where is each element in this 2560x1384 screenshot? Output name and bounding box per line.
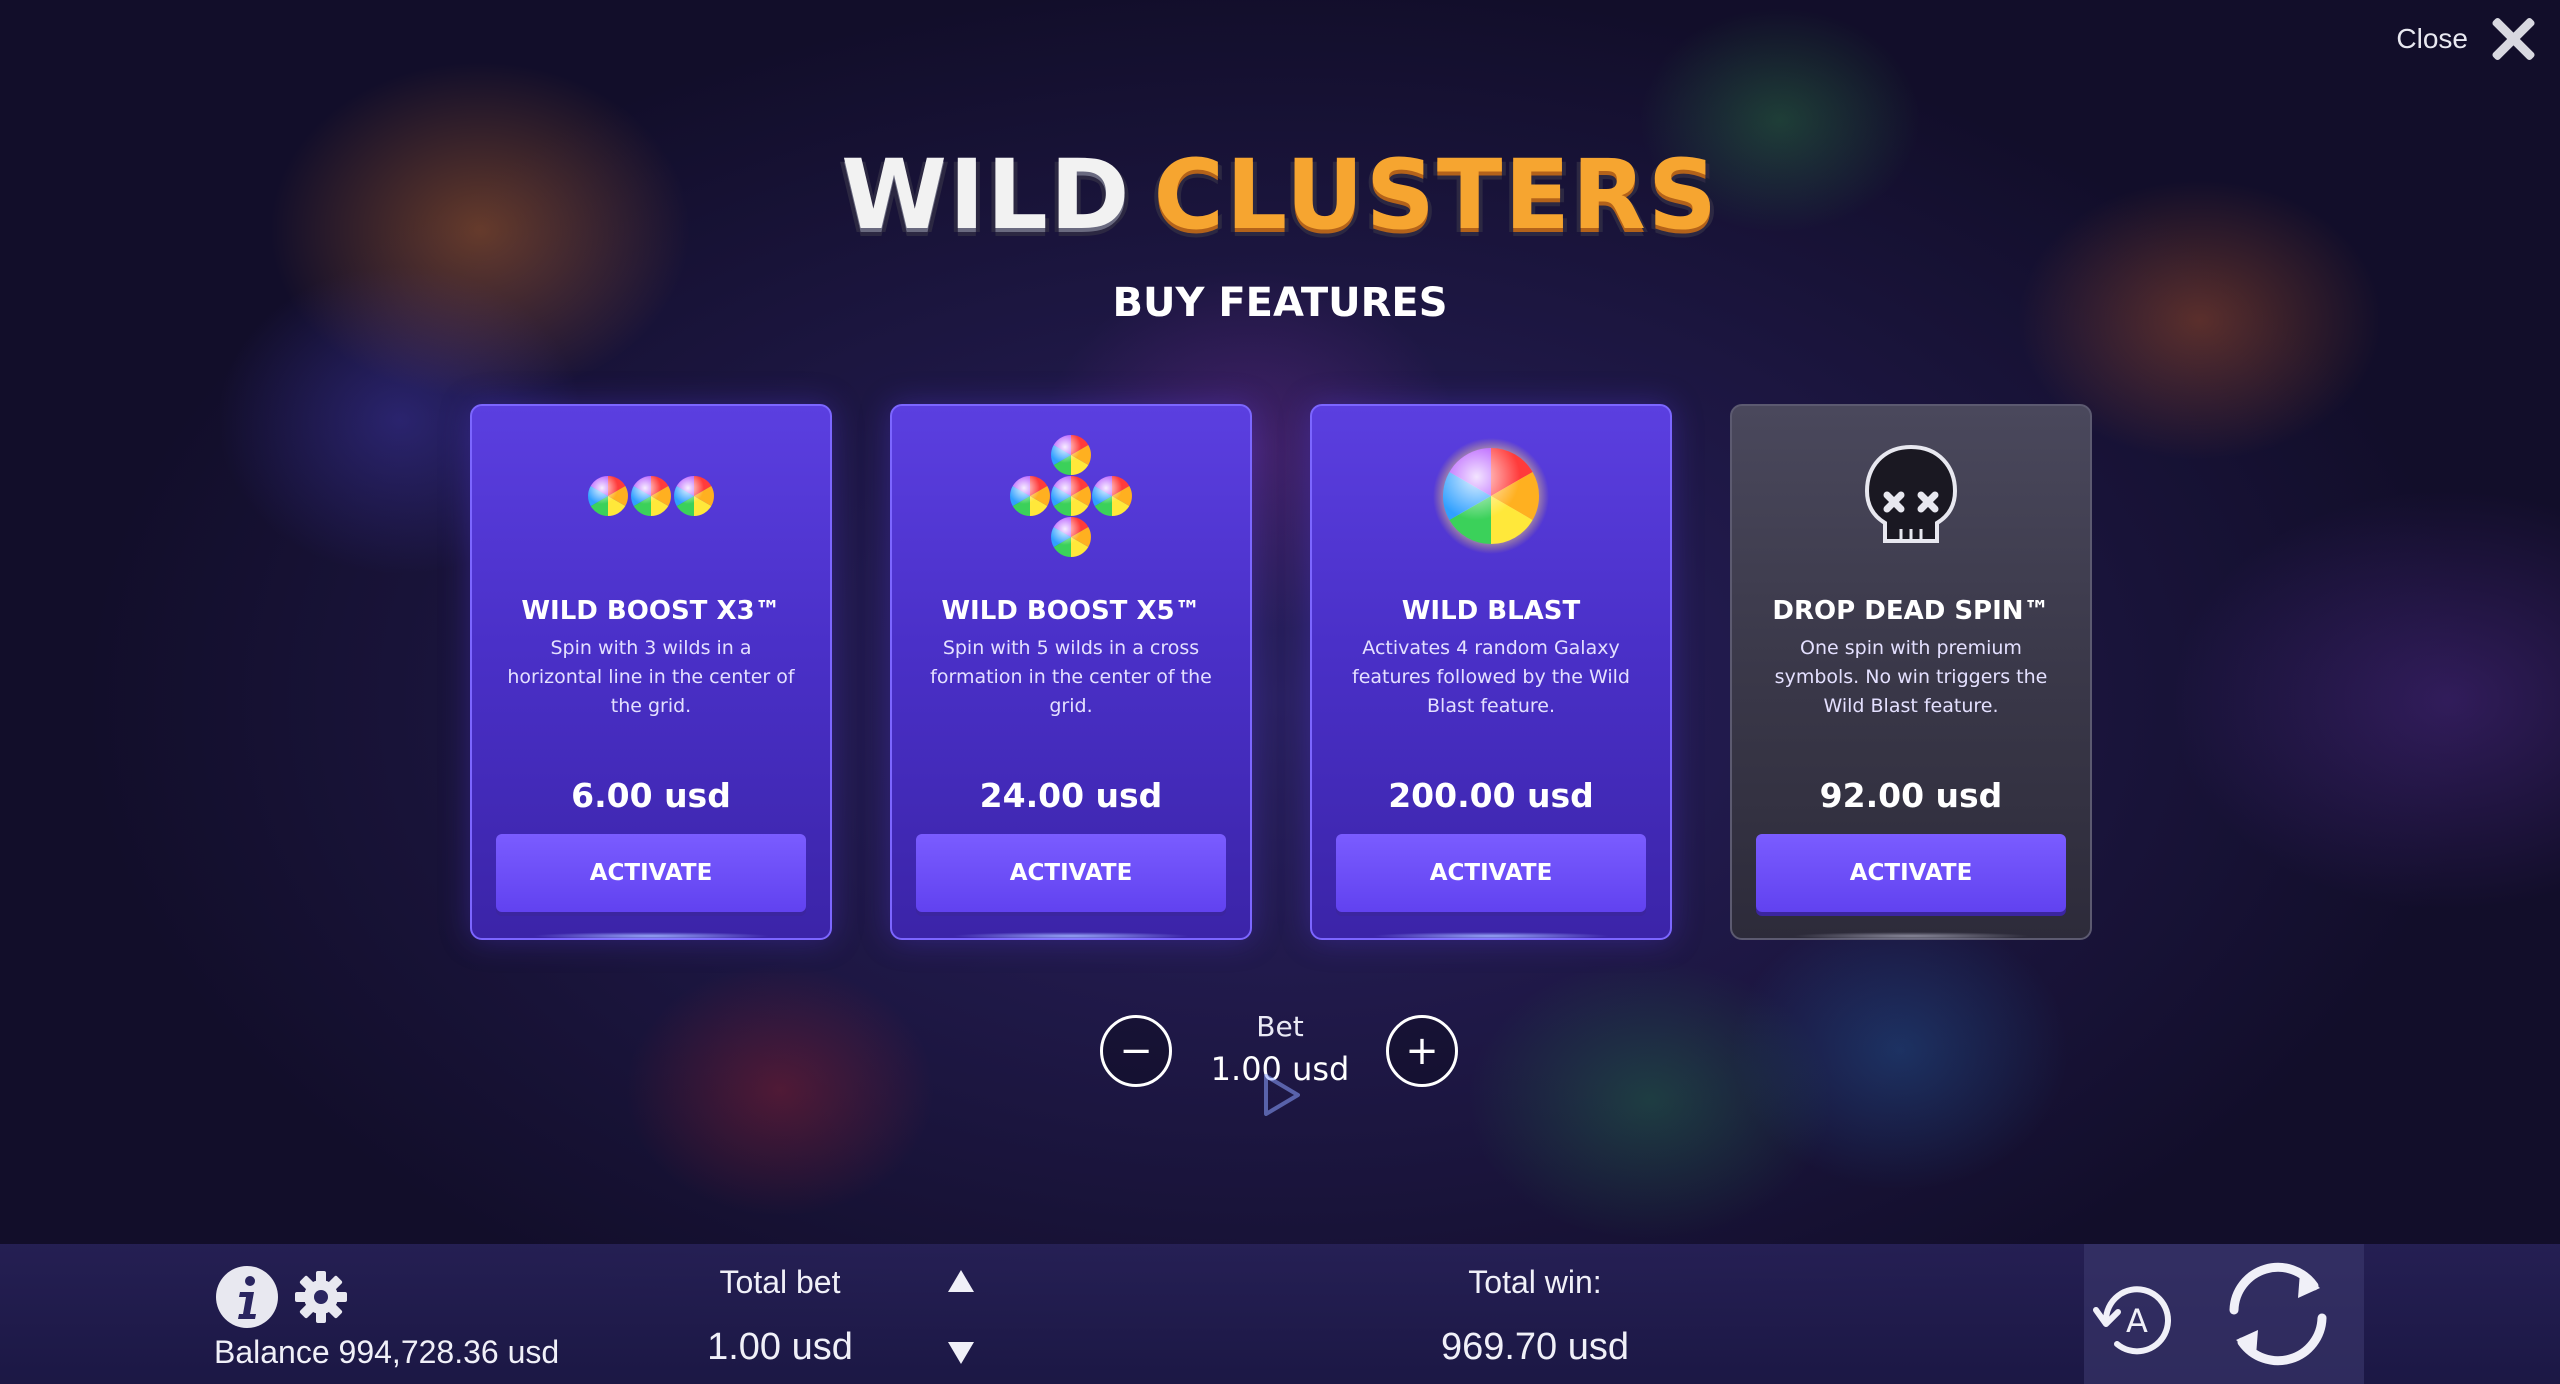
card-price: 92.00 usd xyxy=(1819,776,2003,815)
card-description: Spin with 5 wilds in a cross formation i… xyxy=(930,637,1212,717)
card-price: 6.00 usd xyxy=(571,776,731,815)
autoplay-icon[interactable]: A xyxy=(2092,1280,2182,1364)
card-title: DROP DEAD SPIN™ xyxy=(1772,596,2050,626)
activate-button[interactable]: ACTIVATE xyxy=(1756,834,2066,912)
info-icon[interactable] xyxy=(214,1264,280,1334)
svg-text:A: A xyxy=(2126,1302,2148,1340)
rainbow-orb-icon xyxy=(1312,436,1670,556)
page-title: BUY FEATURES xyxy=(1112,280,1448,326)
bet-selector: − Bet 1.00 usd + xyxy=(1100,1010,1460,1130)
plus-icon: + xyxy=(1405,1028,1439,1074)
card-description: Activates 4 random Galaxy features follo… xyxy=(1352,637,1630,717)
card-description: Spin with 3 wilds in a horizontal line i… xyxy=(507,637,795,717)
feature-cards: WILD BOOST X3™ Spin with 3 wilds in a ho… xyxy=(470,404,2092,940)
skull-icon xyxy=(1732,436,2090,556)
spin-button-icon[interactable] xyxy=(2216,1258,2340,1374)
play-icon xyxy=(1258,1072,1304,1122)
card-title: WILD BOOST X3™ xyxy=(521,596,781,626)
total-bet-label: Total bet xyxy=(719,1264,841,1300)
logo-word-wild: WILD xyxy=(841,139,1132,251)
balance-display: Balance 994,728.36 usd xyxy=(214,1334,560,1370)
card-price: 200.00 usd xyxy=(1388,776,1594,815)
card-price: 24.00 usd xyxy=(979,776,1163,815)
total-win-value: 969.70 usd xyxy=(1440,1326,1630,1368)
feature-card-wild-boost-x5: WILD BOOST X5™ Spin with 5 wilds in a cr… xyxy=(890,404,1252,940)
total-bet-value: 1.00 usd xyxy=(707,1326,853,1368)
cross-wild-orbs-icon xyxy=(892,435,1250,557)
bet-down-arrow-icon[interactable] xyxy=(946,1340,976,1366)
activate-button[interactable]: ACTIVATE xyxy=(496,834,806,912)
close-button[interactable]: Close xyxy=(2396,14,2538,64)
logo-word-clusters: CLUSTERS xyxy=(1153,139,1719,251)
bet-increase-button[interactable]: + xyxy=(1386,1015,1458,1087)
activate-button[interactable]: ACTIVATE xyxy=(916,834,1226,912)
card-description: One spin with premium symbols. No win tr… xyxy=(1774,637,2048,717)
bottom-bar: Balance 994,728.36 usd Total bet 1.00 us… xyxy=(0,1244,2560,1384)
gear-icon[interactable] xyxy=(294,1270,348,1328)
close-icon[interactable] xyxy=(2488,14,2538,64)
game-logo: WILD CLUSTERS xyxy=(841,130,1717,260)
card-title: WILD BLAST xyxy=(1401,596,1581,626)
card-title: WILD BOOST X5™ xyxy=(941,596,1201,626)
close-label: Close xyxy=(2396,23,2468,54)
feature-card-wild-boost-x3: WILD BOOST X3™ Spin with 3 wilds in a ho… xyxy=(470,404,832,940)
activate-button[interactable]: ACTIVATE xyxy=(1336,834,1646,912)
feature-card-drop-dead-spin: DROP DEAD SPIN™ One spin with premium sy… xyxy=(1730,404,2092,940)
feature-card-wild-blast: WILD BLAST Activates 4 random Galaxy fea… xyxy=(1310,404,1672,940)
total-win-label: Total win: xyxy=(1468,1264,1602,1300)
bet-up-arrow-icon[interactable] xyxy=(946,1268,976,1294)
three-wild-orbs-icon xyxy=(472,436,830,556)
